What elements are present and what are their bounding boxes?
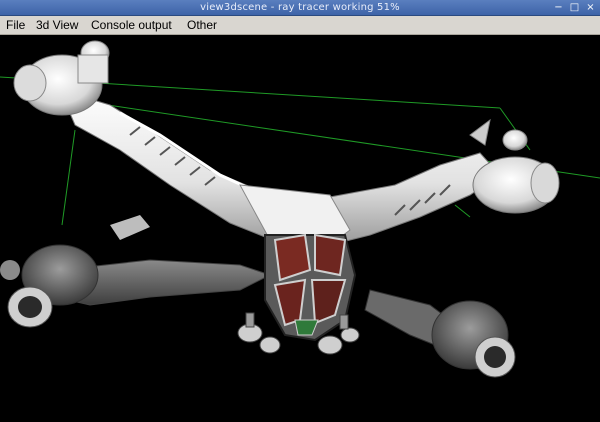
- window-title: view3dscene - ray tracer working 51%: [200, 2, 400, 13]
- menu-bar: File 3d View Console output Other: [0, 16, 600, 35]
- engine-lower-left: [0, 244, 99, 328]
- engine-lower-right: [431, 300, 516, 378]
- close-icon[interactable]: ×: [585, 2, 596, 13]
- scene-render: [0, 40, 600, 378]
- menu-other[interactable]: Other: [185, 17, 219, 33]
- title-bar[interactable]: view3dscene - ray tracer working 51% − □…: [0, 0, 600, 16]
- engine-right: [469, 118, 560, 214]
- app-window: view3dscene - ray tracer working 51% − □…: [0, 0, 600, 422]
- maximize-icon[interactable]: □: [569, 2, 580, 13]
- menu-file[interactable]: File: [4, 17, 27, 33]
- menu-3d-view[interactable]: 3d View: [34, 17, 80, 33]
- 3d-viewport[interactable]: [0, 35, 600, 422]
- menu-console-output[interactable]: Console output: [89, 17, 174, 33]
- minimize-icon[interactable]: −: [553, 2, 564, 13]
